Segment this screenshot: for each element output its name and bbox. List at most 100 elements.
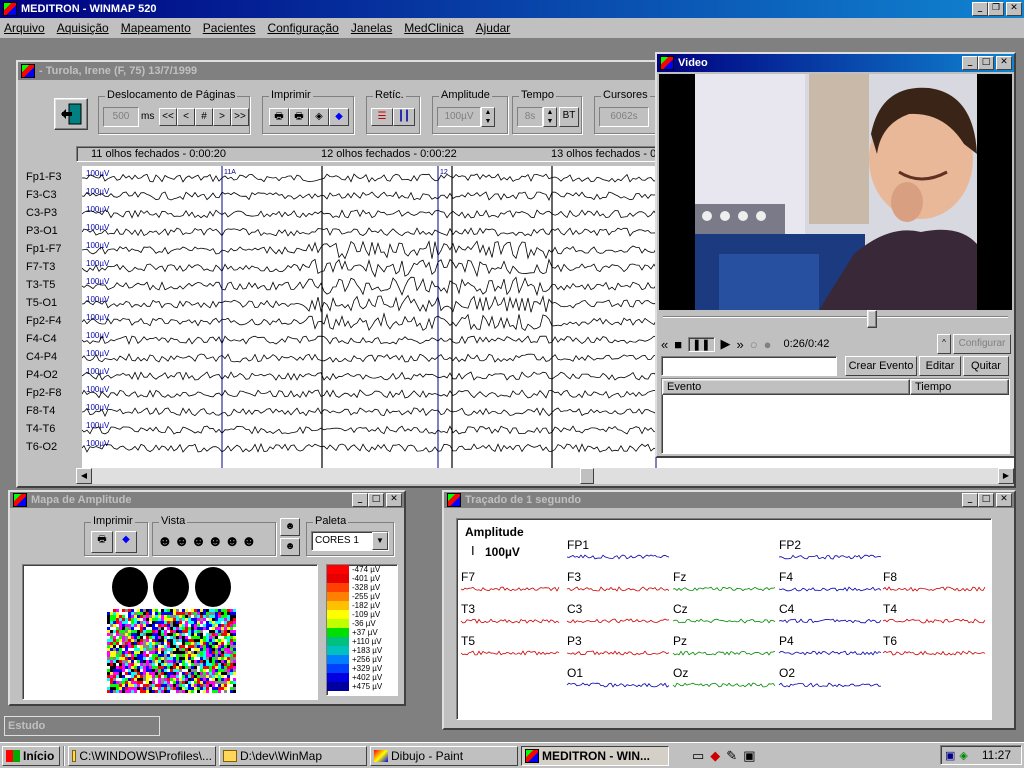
mapa-maximize-button[interactable]: □ — [368, 493, 384, 507]
record-icon[interactable]: ● — [764, 337, 772, 352]
monitor-icon[interactable]: ▣ — [743, 748, 755, 764]
col-tiempo-header[interactable]: Tiempo — [910, 379, 1009, 395]
eeg-scrollbar[interactable]: ◀ ▶ — [76, 468, 1014, 484]
head-view-icon-1[interactable]: ☻ — [280, 518, 300, 536]
amplitude-spin[interactable]: ▲ ▼ — [481, 107, 495, 127]
tracado-minimize-button[interactable]: _ — [962, 493, 978, 507]
estudo-minimized[interactable]: Estudo — [4, 716, 160, 736]
head-view-icon[interactable]: ☻ — [157, 533, 173, 550]
tracado-window-icon — [447, 493, 461, 507]
bt-button[interactable]: BT — [559, 107, 579, 127]
head-view-icon[interactable]: ☻ — [191, 533, 207, 550]
crear-evento-button[interactable]: Crear Evento — [845, 356, 917, 376]
paleta-dropdown-arrow[interactable]: ▼ — [372, 532, 388, 550]
menu-arquivo[interactable]: Arquivo — [4, 21, 45, 35]
grid-vertical-icon[interactable]: ┃┃ — [393, 108, 415, 126]
record-off-icon[interactable]: ○ — [750, 337, 758, 352]
menu-janelas[interactable]: Janelas — [351, 21, 392, 35]
restore-button[interactable]: ❐ — [988, 2, 1004, 16]
export-icon[interactable]: ◈ — [309, 108, 329, 126]
nav-last-button[interactable]: >> — [231, 108, 249, 126]
tracado-maximize-button[interactable]: □ — [978, 493, 994, 507]
mapa-close-button[interactable]: ✕ — [386, 493, 402, 507]
menu-aquisio[interactable]: Aquisição — [57, 21, 109, 35]
menu-configurao[interactable]: Configuração — [267, 21, 338, 35]
video-seek-thumb[interactable] — [867, 310, 877, 328]
print-icon[interactable]: 🖶 — [269, 108, 289, 126]
keyboard-icon[interactable]: ▭ — [692, 748, 704, 764]
editar-button[interactable]: Editar — [919, 356, 961, 376]
nav-prev-button[interactable]: < — [177, 108, 195, 126]
amplitude-input[interactable]: 100µV — [437, 107, 481, 127]
scale-label: 100µV — [86, 349, 110, 358]
paleta-select[interactable]: CORES 1 ▼ — [311, 531, 389, 551]
task-meditron[interactable]: MEDITRON - WIN... — [521, 745, 669, 766]
video-minimize-button[interactable]: _ — [962, 56, 978, 70]
video-seek-track[interactable] — [663, 316, 1008, 318]
rewind-icon[interactable]: « — [661, 337, 668, 352]
grid-horizontal-icon[interactable]: ☰ — [371, 108, 393, 126]
col-evento-header[interactable]: Evento — [662, 379, 910, 395]
task-profiles[interactable]: C:\WINDOWS\Profiles\... — [68, 745, 216, 766]
head-view-icon[interactable]: ☻ — [241, 533, 257, 550]
edit-icon[interactable]: ✎ — [726, 748, 737, 764]
scroll-right-button[interactable]: ▶ — [998, 468, 1014, 484]
cursor-input[interactable]: 6062s — [599, 107, 649, 127]
menu-pacientes[interactable]: Pacientes — [203, 21, 256, 35]
mapa-diamond-icon[interactable]: ◆ — [115, 531, 137, 553]
head-view-icon-2[interactable]: ☻ — [280, 538, 300, 556]
nav-goto-button[interactable]: # — [195, 108, 213, 126]
minimize-button[interactable]: _ — [972, 2, 988, 16]
head-view-icon[interactable]: ☻ — [224, 533, 240, 550]
configurar-button[interactable]: Configurar — [953, 334, 1011, 354]
event-input[interactable] — [661, 356, 837, 376]
group-cursores: Cursores 6062s — [594, 89, 658, 134]
video-close-button[interactable]: ✕ — [996, 56, 1012, 70]
task-paint[interactable]: Dibujo - Paint — [370, 745, 518, 766]
menu-ajudar[interactable]: Ajudar — [476, 21, 511, 35]
tracado-trace — [778, 682, 882, 688]
tracado-trace — [882, 618, 986, 624]
tracado-trace — [566, 554, 670, 560]
mapa-window: Mapa de Amplitude _ □ ✕ Imprimir 🖶 ◆ Vista… — [8, 490, 406, 706]
close-button[interactable]: ✕ — [1006, 2, 1022, 16]
tracado-trace — [672, 650, 776, 656]
tracado-trace — [566, 618, 670, 624]
scale-row: +402 µV — [327, 673, 397, 682]
diamond-icon[interactable]: ◆ — [329, 108, 349, 126]
play-icon[interactable]: ▶ — [721, 336, 731, 352]
print-setup-icon[interactable]: 🖶 — [289, 108, 309, 126]
task-winmap[interactable]: D:\dev\WinMap — [219, 745, 367, 766]
start-label: Início — [23, 748, 55, 763]
quitar-button[interactable]: Quitar — [963, 356, 1009, 376]
nav-first-button[interactable]: << — [159, 108, 177, 126]
exit-button[interactable] — [54, 98, 88, 130]
channel-label: C4-P4 — [26, 351, 58, 363]
tempo-spin[interactable]: ▲ ▼ — [543, 107, 557, 127]
configurar-arrow-button[interactable]: ^ — [937, 334, 951, 354]
scale-row: -182 µV — [327, 601, 397, 610]
menu-medclinica[interactable]: MedClinica — [404, 21, 463, 35]
tracado-channel-label: T6 — [883, 634, 897, 648]
tempo-input[interactable]: 8s — [517, 107, 543, 127]
event-list[interactable]: Evento Tiempo — [661, 378, 1010, 454]
mapa-print-icon[interactable]: 🖶 — [91, 531, 113, 553]
volume-icon[interactable]: ◈ — [959, 749, 967, 762]
fast-forward-icon[interactable]: » — [737, 337, 744, 352]
start-button[interactable]: Início — [2, 745, 60, 766]
network-icon[interactable]: ▣ — [945, 749, 955, 762]
scale-swatch — [327, 655, 349, 664]
tracado-close-button[interactable]: ✕ — [996, 493, 1012, 507]
scroll-thumb[interactable] — [580, 468, 594, 484]
head-view-icon[interactable]: ☻ — [207, 533, 223, 550]
scroll-left-button[interactable]: ◀ — [76, 468, 92, 484]
mapa-minimize-button[interactable]: _ — [352, 493, 368, 507]
desloc-input[interactable]: 500 — [103, 107, 139, 127]
nav-next-button[interactable]: > — [213, 108, 231, 126]
stop-icon[interactable]: ■ — [674, 337, 682, 352]
menu-mapeamento[interactable]: Mapeamento — [121, 21, 191, 35]
head-view-icon[interactable]: ☻ — [174, 533, 190, 550]
tray-app-icon[interactable]: ◆ — [710, 748, 720, 764]
pause-icon[interactable]: ❚❚ — [688, 336, 715, 352]
video-maximize-button[interactable]: □ — [978, 56, 994, 70]
